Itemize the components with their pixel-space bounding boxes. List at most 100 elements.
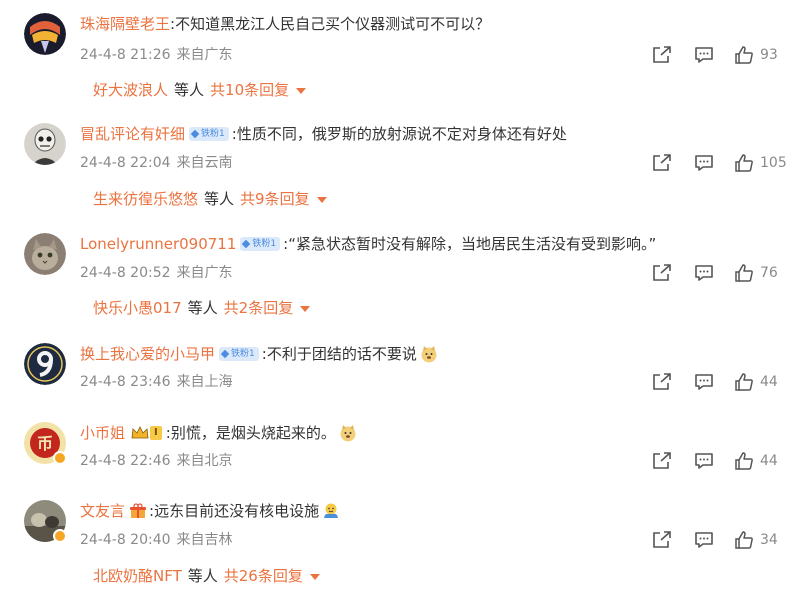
username-link[interactable]: 小币姐 [80, 423, 125, 443]
diamond-icon [220, 349, 230, 359]
verified-badge-icon [53, 451, 67, 465]
reply-count-link[interactable]: 共26条回复 [224, 566, 303, 586]
comment-meta: 24-4-8 20:40 来自吉林 [80, 530, 233, 550]
comment-meta: 24-4-8 22:46 来自北京 [80, 451, 233, 471]
comment-text: 远东目前还没有核电设施 [154, 502, 320, 520]
comment-text: 不利于团结的话不要说 [266, 345, 417, 363]
comment-actions: 93 [652, 45, 782, 65]
member-level-badge: I [131, 424, 162, 442]
share-icon[interactable] [652, 154, 672, 172]
avatar[interactable]: 币 [24, 422, 67, 465]
username-link[interactable]: 换上我心爱的小马甲 [80, 344, 215, 364]
comment-source: 来自云南 [176, 155, 233, 171]
comment-actions: 34 [652, 530, 782, 550]
thumbs-up-icon[interactable] [734, 263, 754, 283]
chevron-down-icon[interactable] [300, 306, 311, 312]
reply-summary[interactable]: 生来彷徨乐悠悠 等人 共9条回复 [93, 189, 327, 209]
reply-summary[interactable]: 快乐小愚017 等人 共2条回复 [93, 298, 311, 318]
avatar-image [24, 123, 66, 165]
share-icon[interactable] [652, 531, 672, 549]
avatar[interactable] [24, 343, 66, 385]
avatar[interactable] [24, 13, 66, 55]
share-icon[interactable] [652, 452, 672, 470]
reply-others-label: 等人 [187, 567, 218, 585]
doge-emoji-icon [340, 425, 356, 442]
reply-summary[interactable]: 北欧奶酪NFT 等人 共26条回复 [93, 566, 320, 586]
comment-meta: 24-4-8 23:46 来自上海 [80, 372, 233, 392]
comment-text: “紧急状态暂时没有解除，当地居民生活没有受到影响。” [288, 235, 657, 253]
reply-user-link[interactable]: 北欧奶酪NFT [93, 566, 182, 586]
comment-icon[interactable] [694, 530, 714, 550]
reply-summary[interactable]: 好大波浪人 等人 共10条回复 [93, 80, 307, 100]
avatar[interactable] [24, 500, 67, 543]
comment-actions: 105 [652, 153, 787, 173]
like-count: 44 [760, 453, 778, 469]
avatar-image [24, 343, 66, 385]
comment-source: 来自吉林 [176, 532, 233, 548]
comment-header: 珠海隔壁老王 : 不知道黑龙江人民自己买个仪器测试可不可以？ [80, 14, 490, 34]
reply-count-link[interactable]: 共9条回复 [240, 189, 310, 209]
avatar[interactable] [24, 233, 66, 275]
crown-icon [131, 426, 149, 439]
comment-icon[interactable] [694, 451, 714, 471]
avatar[interactable] [24, 123, 66, 165]
username-link[interactable]: 冒乱评论有奸细 [80, 124, 185, 144]
reply-user-link[interactable]: 好大波浪人 [93, 80, 168, 100]
fan-level-badge: 铁粉1 [189, 127, 229, 141]
chevron-down-icon[interactable] [309, 574, 320, 580]
comment-date: 24-4-8 20:40 [80, 532, 171, 548]
share-icon[interactable] [652, 373, 672, 391]
chevron-down-icon[interactable] [316, 197, 327, 203]
username-link[interactable]: 文友言 [80, 501, 125, 521]
member-level-label: I [150, 426, 162, 440]
comment-header: Lonelyrunner090711 铁粉1 : “紧急状态暂时没有解除，当地居… [80, 234, 656, 254]
fan-badge-label: 铁粉1 [252, 239, 277, 249]
reply-user-link[interactable]: 生来彷徨乐悠悠 [93, 189, 198, 209]
comment-source: 来自广东 [176, 47, 233, 63]
like-count: 93 [760, 47, 778, 63]
chevron-down-icon[interactable] [296, 88, 307, 94]
comment-icon[interactable] [694, 45, 714, 65]
gift-badge-icon [130, 503, 147, 518]
comment-text: 性质不同，俄罗斯的放射源说不定对身体还有好处 [236, 125, 567, 143]
like-count: 34 [760, 532, 778, 548]
thumbs-up-icon[interactable] [734, 45, 754, 65]
fan-level-badge: 铁粉1 [240, 237, 281, 251]
reply-count-link[interactable]: 共10条回复 [210, 80, 289, 100]
comment-actions: 44 [652, 372, 782, 392]
like-count: 44 [760, 374, 778, 390]
comment-header: 小币姐 I : 别慌，是烟头烧起来的。 [80, 423, 357, 443]
comment-meta: 24-4-8 21:26 来自广东 [80, 45, 233, 65]
reply-count-link[interactable]: 共2条回复 [224, 298, 294, 318]
comment-icon[interactable] [694, 153, 714, 173]
comment-icon[interactable] [694, 372, 714, 392]
thumbs-up-icon[interactable] [734, 372, 754, 392]
doge-emoji-icon [421, 346, 437, 363]
share-icon[interactable] [652, 264, 672, 282]
comment-date: 24-4-8 23:46 [80, 374, 171, 390]
shrug-emoji-icon [324, 503, 339, 518]
comment-source: 来自上海 [176, 374, 233, 390]
username-link[interactable]: 珠海隔壁老王 [80, 14, 170, 34]
comment-actions: 76 [652, 263, 782, 283]
reply-others-label: 等人 [174, 81, 205, 99]
comment-text: 别慌，是烟头烧起来的。 [170, 424, 336, 442]
like-count: 105 [760, 155, 787, 171]
comment-meta: 24-4-8 20:52 来自广东 [80, 263, 233, 283]
comment-source: 来自北京 [176, 453, 233, 469]
thumbs-up-icon[interactable] [734, 530, 754, 550]
fan-badge-label: 铁粉1 [231, 349, 255, 359]
thumbs-up-icon[interactable] [734, 451, 754, 471]
username-link[interactable]: Lonelyrunner090711 [80, 234, 236, 254]
svg-text:币: 币 [37, 434, 53, 453]
comment-header: 换上我心爱的小马甲 铁粉1 : 不利于团结的话不要说 [80, 344, 438, 364]
share-icon[interactable] [652, 46, 672, 64]
comment-text: 不知道黑龙江人民自己买个仪器测试可不可以？ [175, 15, 491, 33]
verified-badge-icon [53, 529, 67, 543]
reply-user-link[interactable]: 快乐小愚017 [93, 298, 182, 318]
comment-date: 24-4-8 22:46 [80, 453, 171, 469]
comment-meta: 24-4-8 22:04 来自云南 [80, 153, 233, 173]
thumbs-up-icon[interactable] [734, 153, 754, 173]
avatar-image [24, 233, 66, 275]
comment-icon[interactable] [694, 263, 714, 283]
